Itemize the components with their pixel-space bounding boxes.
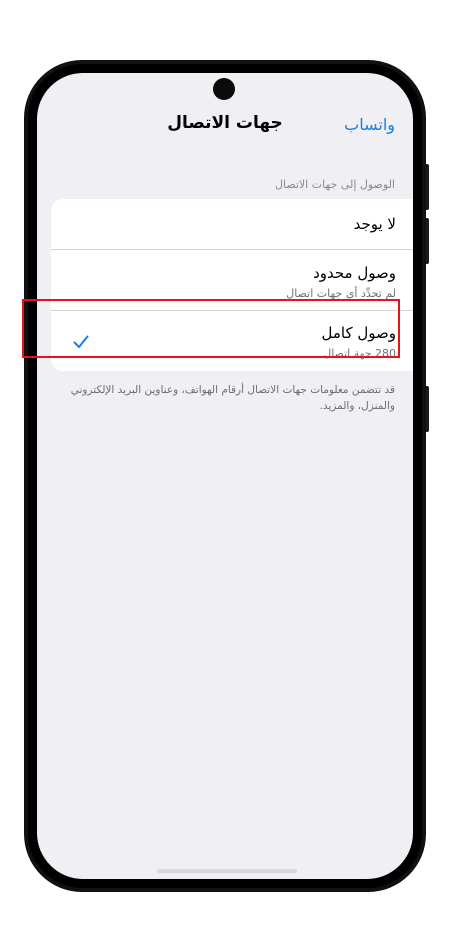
option-subtitle: لم تحدِّد أي جهات اتصال bbox=[286, 287, 396, 300]
access-options-group: لا يوجد وصول محدود لم تحدِّد أي جهات اتص… bbox=[51, 199, 413, 371]
checkmark-icon bbox=[73, 335, 89, 348]
phone-screen: واتساب جهات الاتصال الوصول إلى جهات الات… bbox=[37, 73, 413, 879]
phone-frame: واتساب جهات الاتصال الوصول إلى جهات الات… bbox=[24, 60, 426, 892]
option-none[interactable]: لا يوجد bbox=[51, 199, 413, 249]
front-camera bbox=[213, 78, 235, 100]
footer-note: قد تتضمن معلومات جهات الاتصال أرقام الهو… bbox=[70, 384, 395, 412]
screenshot-stage: واتساب جهات الاتصال الوصول إلى جهات الات… bbox=[0, 0, 450, 928]
option-title: وصول كامل bbox=[321, 324, 396, 342]
option-title: لا يوجد bbox=[353, 215, 396, 233]
navigation-bar: واتساب جهات الاتصال bbox=[37, 103, 413, 147]
option-full-access[interactable]: وصول كامل 280 جهة اتصال bbox=[51, 311, 413, 371]
section-header: الوصول إلى جهات الاتصال bbox=[274, 178, 395, 191]
home-indicator bbox=[157, 869, 297, 873]
option-title: وصول محدود bbox=[313, 264, 396, 282]
option-limited-access[interactable]: وصول محدود لم تحدِّد أي جهات اتصال bbox=[51, 250, 413, 310]
page-title: جهات الاتصال bbox=[167, 113, 283, 133]
option-subtitle: 280 جهة اتصال bbox=[323, 347, 396, 360]
